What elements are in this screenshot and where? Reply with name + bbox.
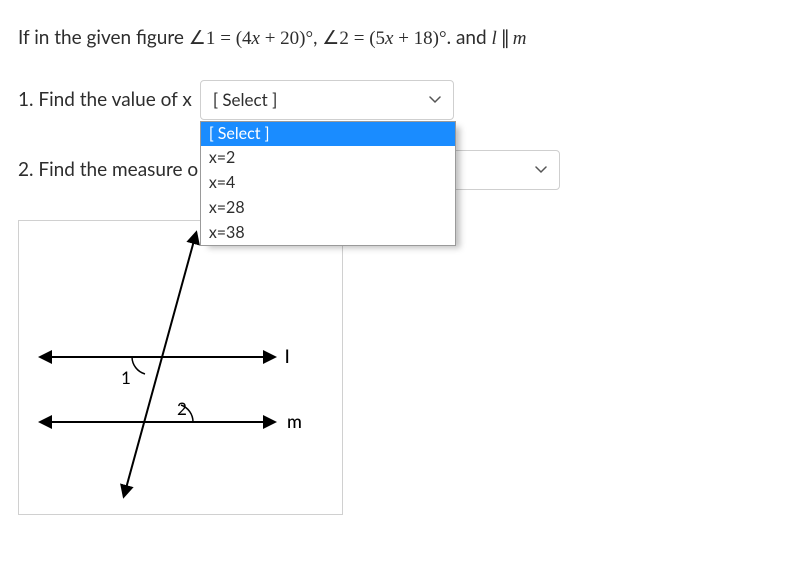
- q2-label: 2. Find the measure o: [18, 158, 198, 181]
- angle2-open: (5: [369, 28, 385, 49]
- problem-statement: If in the given figure ∠1 = (4x + 20)°, …: [18, 24, 782, 54]
- angle1-lhs: ∠1: [189, 28, 216, 49]
- chevron-down-icon: [429, 94, 441, 106]
- q1-option-select[interactable]: [ Select ]: [201, 122, 455, 147]
- question-1-row: 1. Find the value of x [ Select ] [ Sele…: [18, 80, 782, 120]
- parallel-symbol: ∥: [497, 28, 513, 49]
- suffix-and: . and: [447, 26, 492, 49]
- q1-option-x2[interactable]: x=2: [201, 146, 455, 171]
- angle1-open: (4: [236, 28, 252, 49]
- eq1: =: [220, 28, 235, 49]
- chevron-down-icon: [535, 164, 547, 176]
- deg1: °: [306, 28, 314, 49]
- figure-label-m: m: [287, 410, 302, 432]
- q1-option-x38[interactable]: x=38: [201, 221, 455, 246]
- figure-label-l: l: [285, 345, 289, 367]
- eq2: =: [354, 28, 369, 49]
- prompt-prefix: If in the given figure: [18, 26, 189, 49]
- q1-dropdown-panel: [ Select ] x=2 x=4 x=28 x=38: [200, 121, 456, 247]
- xvar-1: x: [252, 28, 260, 49]
- q1-option-x4[interactable]: x=4: [201, 171, 455, 196]
- deg2: °: [439, 28, 447, 49]
- comma: ,: [313, 26, 322, 49]
- angle2-mid: + 18): [393, 28, 439, 49]
- q1-option-x28[interactable]: x=28: [201, 196, 455, 221]
- geometry-figure: l m 1 2: [18, 220, 343, 515]
- angle1-mid: + 20): [260, 28, 306, 49]
- figure-angle-2: 2: [177, 398, 187, 419]
- q1-selected-value: [ Select ]: [213, 89, 277, 110]
- q1-select[interactable]: [ Select ] [ Select ] x=2 x=4 x=28 x=38: [200, 80, 454, 120]
- q1-label: 1. Find the value of x: [18, 88, 192, 111]
- mvar: m: [513, 28, 527, 49]
- angle2-lhs: ∠2: [322, 28, 349, 49]
- figure-angle-1: 1: [121, 367, 131, 388]
